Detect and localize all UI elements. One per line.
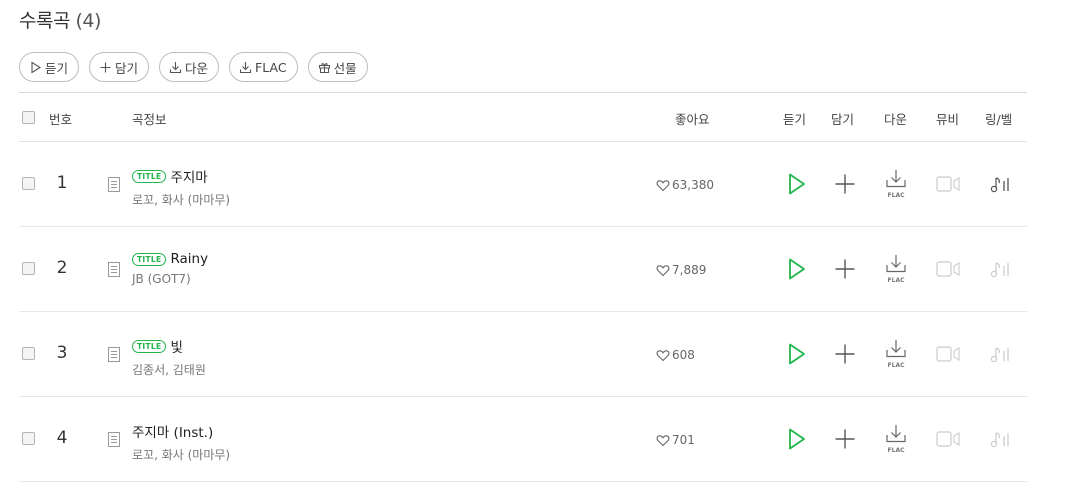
song-info-icon[interactable] [108, 177, 120, 192]
col-listen: 듣기 [783, 112, 807, 127]
download-button[interactable]: FLAC [885, 424, 907, 456]
download-icon [239, 61, 252, 73]
track-count: (4) [75, 10, 102, 32]
like-count: 701 [672, 433, 695, 447]
mv-button [936, 176, 960, 192]
track-table: 번호 곡정보 좋아요 듣기 담기 다운 뮤비 링/벨 1 TITLE 주지마 로… [19, 92, 1027, 482]
title-badge: TITLE [132, 339, 167, 353]
add-button[interactable] [834, 258, 856, 280]
like-count: 7,889 [672, 263, 707, 277]
table-row: 3 TITLE 빛 김종서, 김태원 608 FLAC [19, 312, 1027, 397]
song-title[interactable]: 빛 [170, 336, 182, 356]
select-all-checkbox[interactable] [22, 111, 35, 124]
track-rank: 2 [56, 258, 68, 278]
play-button[interactable] [787, 257, 807, 281]
download-button[interactable]: FLAC [885, 169, 907, 201]
mv-button [936, 261, 960, 277]
gift-icon [318, 62, 330, 73]
download-button[interactable]: FLAC [885, 339, 907, 371]
track-rank: 3 [56, 343, 68, 363]
song-title[interactable]: 주지마 [170, 166, 207, 186]
download-button[interactable]: FLAC [885, 254, 907, 286]
download-all-label: 다운 [185, 60, 209, 76]
play-icon [31, 61, 42, 73]
add-button[interactable] [834, 428, 856, 450]
mv-button [936, 431, 960, 447]
action-toolbar: 듣기 담기 다운 FLAC 선물 [19, 52, 368, 82]
track-rank: 4 [56, 428, 68, 448]
song-artist[interactable]: 로꼬, 화사 (마마무) [132, 191, 230, 208]
song-info-icon[interactable] [108, 432, 120, 447]
table-row: 4 주지마 (Inst.) 로꼬, 화사 (마마무) 701 FLAC [19, 397, 1027, 482]
play-button[interactable] [787, 172, 807, 196]
table-row: 1 TITLE 주지마 로꼬, 화사 (마마무) 63,380 FLAC [19, 142, 1027, 227]
col-add: 담기 [831, 112, 855, 127]
add-button[interactable] [834, 173, 856, 195]
col-ring: 링/벨 [985, 112, 1013, 127]
track-rank: 1 [56, 173, 68, 193]
song-artist[interactable]: 로꼬, 화사 (마마무) [132, 446, 230, 463]
add-button[interactable] [834, 343, 856, 365]
col-mv: 뮤비 [936, 112, 960, 127]
song-info: TITLE Rainy JB (GOT7) [132, 251, 208, 286]
song-info-icon[interactable] [108, 262, 120, 277]
ringtone-button[interactable] [990, 258, 1012, 280]
col-likes: 좋아요 [675, 112, 710, 127]
flac-label: FLAC [888, 277, 906, 284]
song-title-line: TITLE 빛 [132, 336, 206, 356]
like-count: 63,380 [672, 178, 714, 192]
ringtone-button[interactable] [990, 343, 1012, 365]
section-title-text: 수록곡 [19, 10, 70, 32]
download-icon [169, 61, 182, 73]
like-button[interactable]: 701 [656, 433, 695, 447]
plus-icon [100, 62, 111, 72]
like-button[interactable]: 608 [656, 348, 695, 362]
gift-label: 선물 [333, 60, 357, 76]
song-info: TITLE 빛 김종서, 김태원 [132, 336, 206, 378]
section-title: 수록곡 (4) [19, 6, 101, 33]
flac-download-label: FLAC [255, 59, 287, 75]
like-button[interactable]: 63,380 [656, 178, 714, 192]
heart-icon [656, 434, 670, 446]
col-download: 다운 [884, 112, 908, 127]
song-info-icon[interactable] [108, 347, 120, 362]
listen-all-label: 듣기 [45, 60, 69, 76]
like-count: 608 [672, 348, 695, 362]
heart-icon [656, 264, 670, 276]
song-title-line: 주지마 (Inst.) [132, 421, 230, 441]
flac-label: FLAC [888, 447, 906, 454]
flac-download-button[interactable]: FLAC [229, 52, 298, 82]
like-button[interactable]: 7,889 [656, 263, 706, 277]
song-info: 주지마 (Inst.) 로꼬, 화사 (마마무) [132, 421, 230, 463]
flac-label: FLAC [888, 362, 906, 369]
listen-all-button[interactable]: 듣기 [19, 52, 80, 82]
ringtone-button[interactable] [990, 428, 1012, 450]
heart-icon [656, 349, 670, 361]
table-row: 2 TITLE Rainy JB (GOT7) 7,889 FLAC [19, 227, 1027, 312]
flac-label: FLAC [888, 192, 906, 199]
song-artist[interactable]: 김종서, 김태원 [132, 361, 206, 378]
song-title[interactable]: 주지마 (Inst.) [132, 421, 213, 441]
col-number: 번호 [49, 112, 73, 127]
play-button[interactable] [787, 427, 807, 451]
song-info: TITLE 주지마 로꼬, 화사 (마마무) [132, 166, 230, 208]
play-button[interactable] [787, 342, 807, 366]
gift-button[interactable]: 선물 [307, 52, 368, 82]
song-title-line: TITLE Rainy [132, 251, 208, 267]
ringtone-button[interactable] [990, 173, 1012, 195]
mv-button [936, 346, 960, 362]
add-all-label: 담기 [115, 60, 139, 76]
table-header: 번호 곡정보 좋아요 듣기 담기 다운 뮤비 링/벨 [19, 92, 1027, 142]
add-all-button[interactable]: 담기 [89, 52, 150, 82]
song-title-line: TITLE 주지마 [132, 166, 230, 186]
col-song-info: 곡정보 [132, 112, 167, 127]
title-badge: TITLE [132, 169, 167, 183]
song-artist[interactable]: JB (GOT7) [132, 272, 208, 286]
download-all-button[interactable]: 다운 [159, 52, 220, 82]
heart-icon [656, 179, 670, 191]
song-title[interactable]: Rainy [170, 251, 208, 267]
title-badge: TITLE [132, 252, 167, 266]
